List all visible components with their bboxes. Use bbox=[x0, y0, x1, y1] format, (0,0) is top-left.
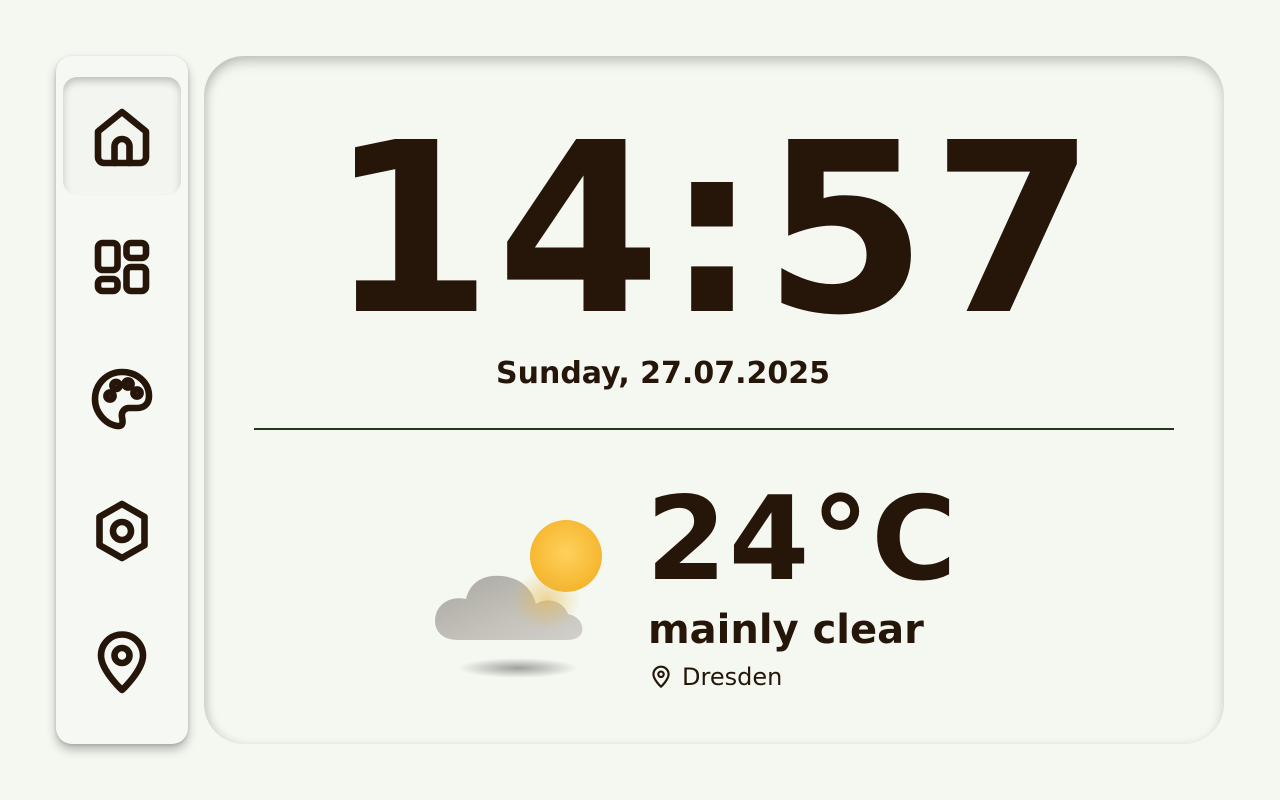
location-pin-icon bbox=[97, 631, 147, 694]
nav-theme-button[interactable] bbox=[63, 340, 181, 458]
location-name: Dresden bbox=[682, 663, 783, 691]
settings-icon bbox=[96, 500, 148, 562]
partly-cloudy-icon bbox=[434, 520, 602, 678]
weather-condition: mainly clear bbox=[648, 607, 924, 653]
home-icon bbox=[94, 108, 150, 167]
temperature: 24°C bbox=[646, 472, 959, 607]
nav-location-button[interactable] bbox=[63, 604, 181, 722]
sidebar bbox=[56, 56, 188, 744]
location-pin-icon bbox=[652, 665, 670, 688]
clock-date: Sunday, 27.07.2025 bbox=[496, 356, 830, 391]
nav-dashboard-button[interactable] bbox=[63, 208, 181, 326]
clock-time: 14:57 bbox=[328, 92, 1100, 367]
weather-location: Dresden bbox=[648, 662, 782, 692]
divider bbox=[254, 428, 1174, 430]
palette-icon bbox=[91, 368, 153, 430]
nav-settings-button[interactable] bbox=[63, 472, 181, 590]
nav-home-button[interactable] bbox=[63, 77, 181, 195]
clock-weather-panel: 14:57 Sunday, 27.07.2025 24°C mainly cle… bbox=[204, 56, 1224, 744]
dashboard-icon bbox=[94, 239, 150, 295]
